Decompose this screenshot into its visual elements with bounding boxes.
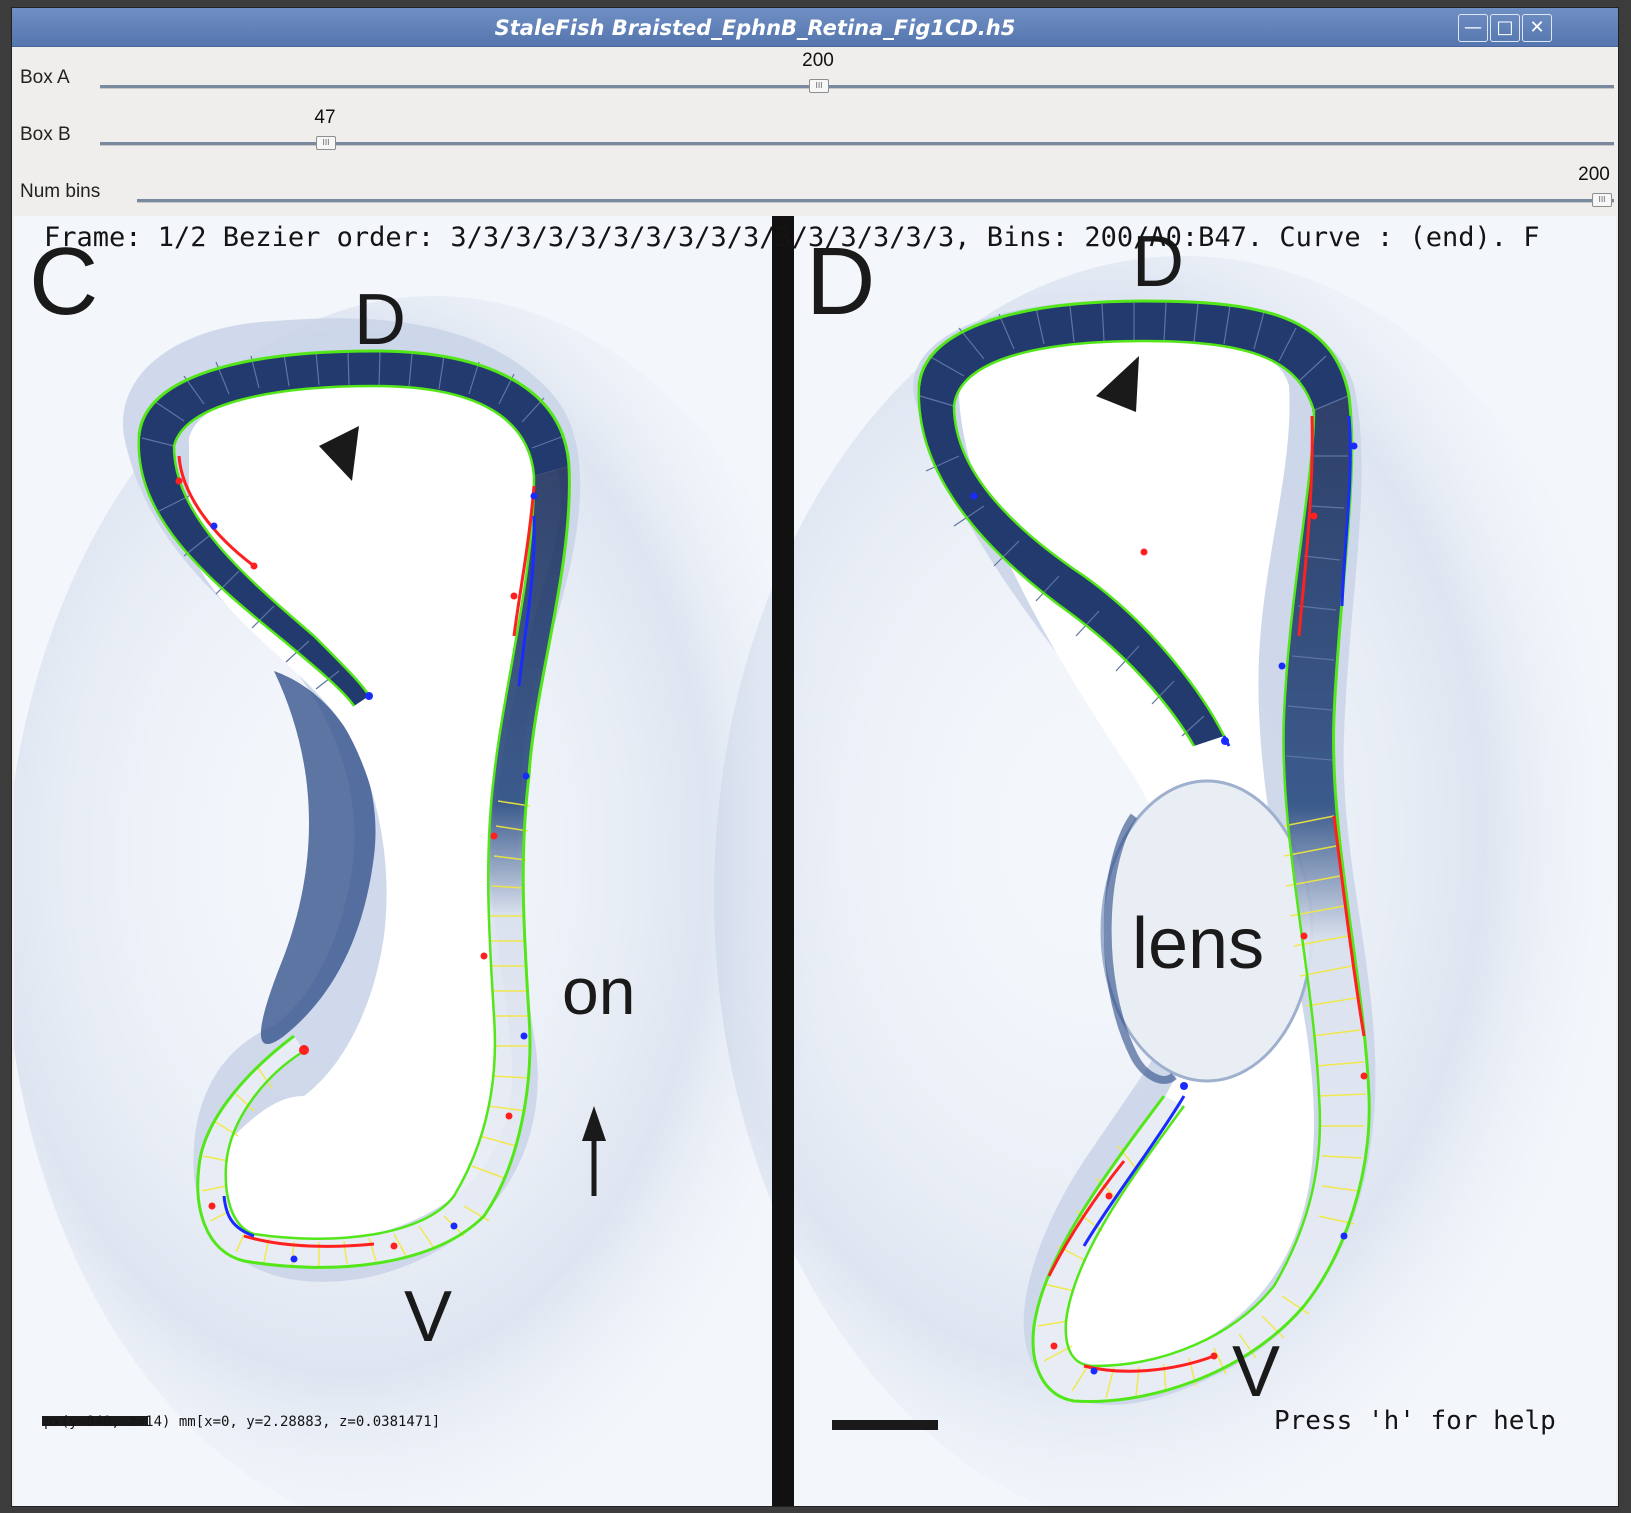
minimize-button[interactable]: — — [1458, 14, 1488, 42]
panel-divider — [772, 216, 794, 1506]
scale-bar-d — [832, 1420, 938, 1430]
app-window: StaleFish Braisted_EphnB_Retina_Fig1CD.h… — [12, 8, 1618, 1506]
title-bar[interactable]: StaleFish Braisted_EphnB_Retina_Fig1CD.h… — [12, 8, 1618, 47]
num-bins-slider-track[interactable] — [137, 199, 1614, 203]
lens-label: lens — [1132, 904, 1264, 984]
box-b-label: Box B — [20, 124, 71, 145]
maximize-button[interactable]: □ — [1490, 14, 1520, 42]
window-title: StaleFish Braisted_EphnB_Retina_Fig1CD.h… — [494, 16, 1016, 40]
slider-row-box-a: Box A 200 III — [12, 46, 1618, 102]
slider-row-box-b: Box B 47 III — [12, 103, 1618, 159]
box-a-label: Box A — [20, 67, 70, 88]
panel-d-ventral-label: V — [1232, 1332, 1280, 1412]
status-line: Frame: 1/2 Bezier order: 3/3/3/3/3/3/3/3… — [44, 222, 1540, 253]
retina-image: C D V on lens D D V Frame: 1/2 Bezier or… — [14, 216, 1616, 1506]
box-a-slider-track[interactable] — [100, 85, 1614, 89]
close-button[interactable]: ✕ — [1522, 14, 1552, 42]
help-hint: Press 'h' for help — [1274, 1406, 1556, 1436]
num-bins-slider-handle[interactable]: III — [1592, 193, 1612, 207]
coordinate-readout: px(y=840, z=14) mm[x=0, y=2.28883, z=0.0… — [44, 1414, 440, 1430]
num-bins-value: 200 — [1578, 164, 1610, 185]
optic-nerve-label: on — [562, 954, 635, 1028]
panel-c-ventral-label: V — [404, 1277, 452, 1357]
box-a-value: 200 — [802, 50, 834, 71]
box-a-slider-handle[interactable]: III — [809, 79, 829, 93]
num-bins-label: Num bins — [20, 181, 101, 202]
box-b-value: 47 — [314, 107, 336, 128]
box-b-slider-handle[interactable]: III — [316, 136, 336, 150]
image-viewer-canvas[interactable]: C D V on lens D D V Frame: 1/2 Bezier or… — [14, 216, 1616, 1506]
slider-row-num-bins: Num bins 200 III — [12, 160, 1618, 216]
panel-c-dorsal-label: D — [354, 280, 406, 360]
